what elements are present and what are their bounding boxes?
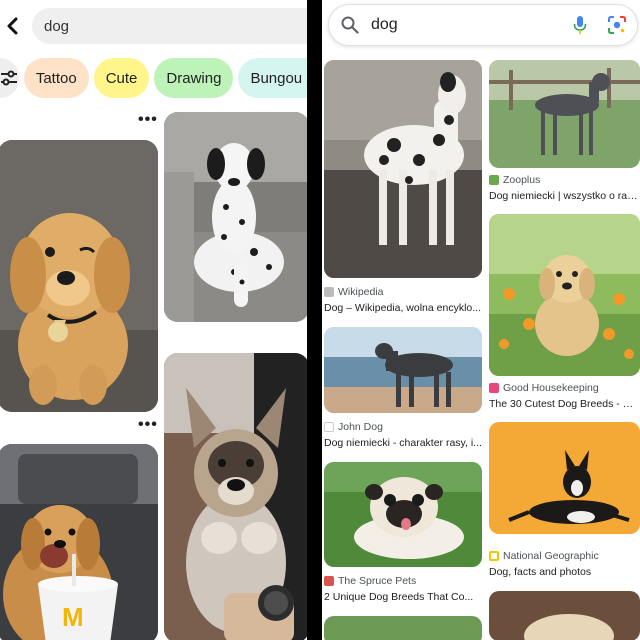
golden-puppy-flowers-image bbox=[489, 214, 640, 376]
good-housekeeping-favicon-icon bbox=[489, 383, 499, 393]
search-icon bbox=[341, 16, 359, 34]
pug-image bbox=[324, 462, 482, 567]
search-query-text: dog bbox=[371, 16, 398, 33]
result-source: Good Housekeeping bbox=[489, 382, 599, 394]
screen: dog Tattoo Cute Drawing Bungou st ••• bbox=[0, 0, 640, 640]
search-query-text: dog bbox=[44, 17, 70, 35]
result-image bbox=[489, 422, 640, 534]
result-card[interactable]: National Geographic Dog, facts and photo… bbox=[489, 422, 640, 582]
chip-label: Bungou st bbox=[250, 69, 307, 87]
result-image bbox=[489, 60, 640, 168]
back-button[interactable] bbox=[2, 14, 22, 38]
svg-text:M: M bbox=[62, 602, 84, 632]
dalmatian-image bbox=[164, 112, 307, 322]
result-title: Dog niemiecki | wszystko o rasa... bbox=[489, 190, 640, 202]
pin-husky-puppy[interactable] bbox=[164, 353, 307, 640]
result-card[interactable]: The Spruce Pets 2 Unique Dog Breeds That… bbox=[324, 462, 482, 607]
pin-golden-with-cup[interactable]: M bbox=[0, 444, 158, 640]
result-image bbox=[324, 327, 482, 413]
result-card[interactable]: Zooplus Dog niemiecki | wszystko o rasa.… bbox=[489, 60, 640, 206]
right-app-panel: dog Wikipedia Dog – Wikipedia, wolna enc… bbox=[322, 0, 640, 640]
back-arrow-icon bbox=[7, 17, 18, 35]
golden-puppy-image bbox=[0, 140, 158, 412]
result-card[interactable] bbox=[489, 591, 640, 640]
result-source: Wikipedia bbox=[324, 286, 384, 298]
result-card[interactable]: Wikipedia Dog – Wikipedia, wolna encyklo… bbox=[324, 60, 482, 318]
puppy-cup-image: M bbox=[0, 444, 158, 640]
result-source: Zooplus bbox=[489, 174, 540, 186]
basenji-orange-image bbox=[489, 422, 640, 534]
source-label: Wikipedia bbox=[338, 286, 384, 298]
left-app-panel: dog Tattoo Cute Drawing Bungou st ••• bbox=[0, 0, 307, 640]
zooplus-favicon-icon bbox=[489, 175, 499, 185]
pin-golden-puppy[interactable] bbox=[0, 140, 158, 412]
great-dane-harlequin-image bbox=[324, 60, 482, 278]
result-title: Dog – Wikipedia, wolna encyklo... bbox=[324, 302, 481, 314]
chip-label: Tattoo bbox=[35, 69, 77, 87]
source-label: Zooplus bbox=[503, 174, 541, 186]
chip-cute[interactable]: Cute bbox=[93, 58, 150, 98]
result-card[interactable] bbox=[324, 616, 482, 640]
microphone-icon[interactable] bbox=[573, 15, 587, 35]
chip-label: Drawing bbox=[166, 69, 222, 87]
result-image bbox=[489, 214, 640, 376]
result-title: 2 Unique Dog Breeds That Co... bbox=[324, 591, 474, 603]
search-input[interactable]: dog bbox=[32, 8, 307, 44]
more-options-icon[interactable]: ••• bbox=[138, 112, 158, 128]
source-label: National Geographic bbox=[503, 550, 599, 562]
dog-partial-image bbox=[489, 591, 640, 640]
result-card[interactable]: John Dog Dog niemiecki - charakter rasy,… bbox=[324, 327, 482, 453]
sliders-icon bbox=[1, 70, 18, 86]
chip-tattoo[interactable]: Tattoo bbox=[23, 58, 89, 98]
wikipedia-favicon-icon bbox=[324, 287, 334, 297]
chip-label: Cute bbox=[105, 69, 138, 87]
search-bar[interactable]: dog bbox=[328, 4, 638, 46]
pin-dalmatian[interactable] bbox=[164, 112, 307, 322]
result-image bbox=[324, 60, 482, 278]
great-dane-grey-image bbox=[489, 60, 640, 168]
chip-drawing[interactable]: Drawing bbox=[154, 58, 234, 98]
filter-chips: Tattoo Cute Drawing Bungou st bbox=[0, 57, 307, 99]
split-divider bbox=[307, 0, 322, 640]
result-card[interactable]: Good Housekeeping The 30 Cutest Dog Bree… bbox=[489, 214, 640, 412]
great-dane-beach-image bbox=[324, 327, 482, 413]
more-options-icon[interactable]: ••• bbox=[138, 417, 158, 433]
result-source: National Geographic bbox=[489, 550, 599, 562]
result-image bbox=[324, 616, 482, 640]
source-label: The Spruce Pets bbox=[338, 575, 417, 587]
source-label: John Dog bbox=[338, 421, 383, 433]
result-source: John Dog bbox=[324, 421, 383, 433]
google-lens-icon[interactable] bbox=[607, 15, 627, 35]
national-geographic-favicon-icon bbox=[489, 551, 499, 561]
result-source: The Spruce Pets bbox=[324, 575, 416, 587]
result-title: Dog niemiecki - charakter rasy, i... bbox=[324, 437, 482, 449]
result-title: Dog, facts and photos bbox=[489, 566, 592, 578]
spruce-pets-favicon-icon bbox=[324, 576, 334, 586]
husky-puppy-image bbox=[164, 353, 307, 640]
filter-button[interactable] bbox=[0, 58, 19, 98]
result-image bbox=[324, 462, 482, 567]
source-label: Good Housekeeping bbox=[503, 382, 599, 394]
chip-bungou[interactable]: Bungou st bbox=[238, 58, 307, 98]
result-image bbox=[489, 591, 640, 640]
john-dog-favicon-icon bbox=[324, 422, 334, 432]
result-title: The 30 Cutest Dog Breeds - Mo... bbox=[489, 398, 640, 410]
